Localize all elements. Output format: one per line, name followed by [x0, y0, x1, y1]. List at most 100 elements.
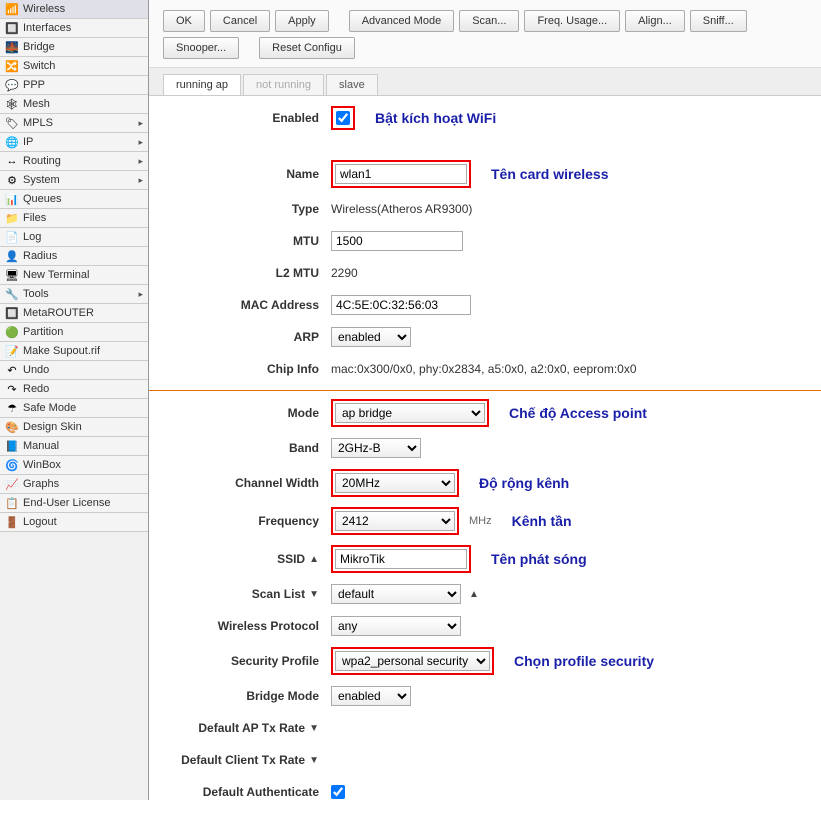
- tab-slave[interactable]: slave: [326, 74, 378, 95]
- apply-button[interactable]: Apply: [275, 10, 329, 32]
- bridge-mode-select[interactable]: enabled: [331, 686, 411, 706]
- ssid-label: SSID: [277, 552, 305, 566]
- sidebar-item-label: Manual: [23, 440, 59, 452]
- sidebar-item-label: Wireless: [23, 3, 65, 15]
- l2mtu-label: L2 MTU: [169, 266, 331, 280]
- caret-up-icon[interactable]: ▲: [469, 589, 479, 600]
- redo-icon: ↷: [5, 382, 19, 396]
- sidebar-item-undo[interactable]: ↶Undo: [0, 361, 148, 380]
- enabled-checkbox[interactable]: [336, 111, 350, 125]
- ok-button[interactable]: OK: [163, 10, 205, 32]
- sidebar-item-radius[interactable]: 👤Radius: [0, 247, 148, 266]
- mtu-input[interactable]: [331, 231, 463, 251]
- scan-list-label: Scan List: [252, 587, 305, 601]
- sidebar-item-queues[interactable]: 📊Queues: [0, 190, 148, 209]
- tab-running-ap[interactable]: running ap: [163, 74, 241, 95]
- sidebar-item-label: Design Skin: [23, 421, 82, 433]
- sidebar-item-ip[interactable]: 🌐IP▸: [0, 133, 148, 152]
- sidebar-item-winbox[interactable]: 🌀WinBox: [0, 456, 148, 475]
- tools-icon: 🔧: [5, 287, 19, 301]
- frequency-select[interactable]: 2412: [335, 511, 455, 531]
- scan-list-select[interactable]: default: [331, 584, 461, 604]
- snooper-button[interactable]: Snooper...: [163, 37, 239, 59]
- align-button[interactable]: Align...: [625, 10, 685, 32]
- band-label: Band: [169, 441, 331, 455]
- channel-width-label: Channel Width: [169, 476, 331, 490]
- sidebar-item-ppp[interactable]: 💬PPP: [0, 76, 148, 95]
- band-select[interactable]: 2GHz-B: [331, 438, 421, 458]
- sidebar-item-mpls[interactable]: 🏷MPLS▸: [0, 114, 148, 133]
- caret-down-icon[interactable]: ▼: [309, 589, 319, 600]
- sidebar-item-log[interactable]: 📄Log: [0, 228, 148, 247]
- sidebar-item-metarouter[interactable]: 🔲MetaROUTER: [0, 304, 148, 323]
- frequency-label: Frequency: [169, 514, 331, 528]
- sidebar-item-files[interactable]: 📁 Files: [0, 209, 148, 228]
- default-authenticate-checkbox[interactable]: [331, 785, 345, 799]
- sidebar-item-make-supout-rif[interactable]: 📝 Make Supout.rif: [0, 342, 148, 361]
- name-label: Name: [169, 167, 331, 181]
- system-icon: ⚙: [5, 173, 19, 187]
- winbox-icon: 🌀: [5, 458, 19, 472]
- wireless-protocol-label: Wireless Protocol: [169, 619, 331, 633]
- radius-icon: 👤: [5, 249, 19, 263]
- divider: [149, 390, 821, 391]
- security-profile-select[interactable]: wpa2_personal security: [335, 651, 490, 671]
- sidebar-item-end-user-license[interactable]: 📋End-User License: [0, 494, 148, 513]
- sidebar-item-redo[interactable]: ↷Redo: [0, 380, 148, 399]
- main-panel: OK Cancel Apply Advanced Mode Scan... Fr…: [149, 0, 821, 800]
- security-profile-note: Chọn profile security: [514, 653, 654, 669]
- sidebar-item-interfaces[interactable]: 🔲 Interfaces: [0, 19, 148, 38]
- logout-icon: 🚪: [5, 515, 19, 529]
- new-terminal-icon: 🖥: [5, 268, 19, 282]
- sidebar-item-label: MetaROUTER: [23, 307, 94, 319]
- sidebar-item-label: New Terminal: [23, 269, 89, 281]
- sidebar-item-label: Interfaces: [23, 22, 71, 34]
- frequency-note: Kênh tần: [512, 513, 572, 529]
- default-client-tx-rate-label: Default Client Tx Rate: [181, 753, 305, 767]
- files-icon: 📁: [5, 211, 19, 225]
- caret-down-icon[interactable]: ▼: [309, 723, 319, 734]
- freq-usage-button[interactable]: Freq. Usage...: [524, 10, 620, 32]
- cancel-button[interactable]: Cancel: [210, 10, 270, 32]
- ssid-input[interactable]: [335, 549, 467, 569]
- sidebar-item-new-terminal[interactable]: 🖥 New Terminal: [0, 266, 148, 285]
- mac-input[interactable]: [331, 295, 471, 315]
- scan-button[interactable]: Scan...: [459, 10, 519, 32]
- chevron-right-icon: ▸: [138, 118, 143, 129]
- enabled-note: Bật kích hoạt WiFi: [375, 110, 496, 126]
- sidebar-item-label: Files: [23, 212, 46, 224]
- enabled-label: Enabled: [169, 111, 331, 125]
- tab-not-running[interactable]: not running: [243, 74, 324, 95]
- sidebar-item-system[interactable]: ⚙System▸: [0, 171, 148, 190]
- sidebar-item-safe-mode[interactable]: ☂Safe Mode: [0, 399, 148, 418]
- sidebar-item-label: Partition: [23, 326, 63, 338]
- channel-width-select[interactable]: 20MHz: [335, 473, 455, 493]
- sidebar-item-label: Routing: [23, 155, 61, 167]
- name-input[interactable]: [335, 164, 467, 184]
- sidebar-item-manual[interactable]: 📘Manual: [0, 437, 148, 456]
- sidebar-item-routing[interactable]: ↔Routing▸: [0, 152, 148, 171]
- sniff-button[interactable]: Sniff...: [690, 10, 747, 32]
- make-supout-rif-icon: 📝: [5, 344, 19, 358]
- wireless-protocol-select[interactable]: any: [331, 616, 461, 636]
- sidebar-item-tools[interactable]: 🔧Tools▸: [0, 285, 148, 304]
- caret-up-icon[interactable]: ▲: [309, 554, 319, 565]
- sidebar-item-graphs[interactable]: 📈Graphs: [0, 475, 148, 494]
- caret-down-icon[interactable]: ▼: [309, 755, 319, 766]
- sidebar-item-partition[interactable]: 🟢Partition: [0, 323, 148, 342]
- bridge-mode-label: Bridge Mode: [169, 689, 331, 703]
- type-label: Type: [169, 202, 331, 216]
- advanced-mode-button[interactable]: Advanced Mode: [349, 10, 455, 32]
- sidebar-item-bridge[interactable]: 🌉Bridge: [0, 38, 148, 57]
- sidebar-item-wireless[interactable]: 📶Wireless: [0, 0, 148, 19]
- arp-select[interactable]: enabled: [331, 327, 411, 347]
- sidebar-item-label: Make Supout.rif: [23, 345, 100, 357]
- sidebar-item-switch[interactable]: 🔀Switch: [0, 57, 148, 76]
- interfaces-icon: 🔲: [5, 21, 19, 35]
- mode-select[interactable]: ap bridge: [335, 403, 485, 423]
- sidebar-item-label: PPP: [23, 79, 45, 91]
- sidebar-item-logout[interactable]: 🚪Logout: [0, 513, 148, 532]
- sidebar-item-mesh[interactable]: 🕸Mesh: [0, 95, 148, 114]
- reset-config-button[interactable]: Reset Configu: [259, 37, 355, 59]
- sidebar-item-design-skin[interactable]: 🎨Design Skin: [0, 418, 148, 437]
